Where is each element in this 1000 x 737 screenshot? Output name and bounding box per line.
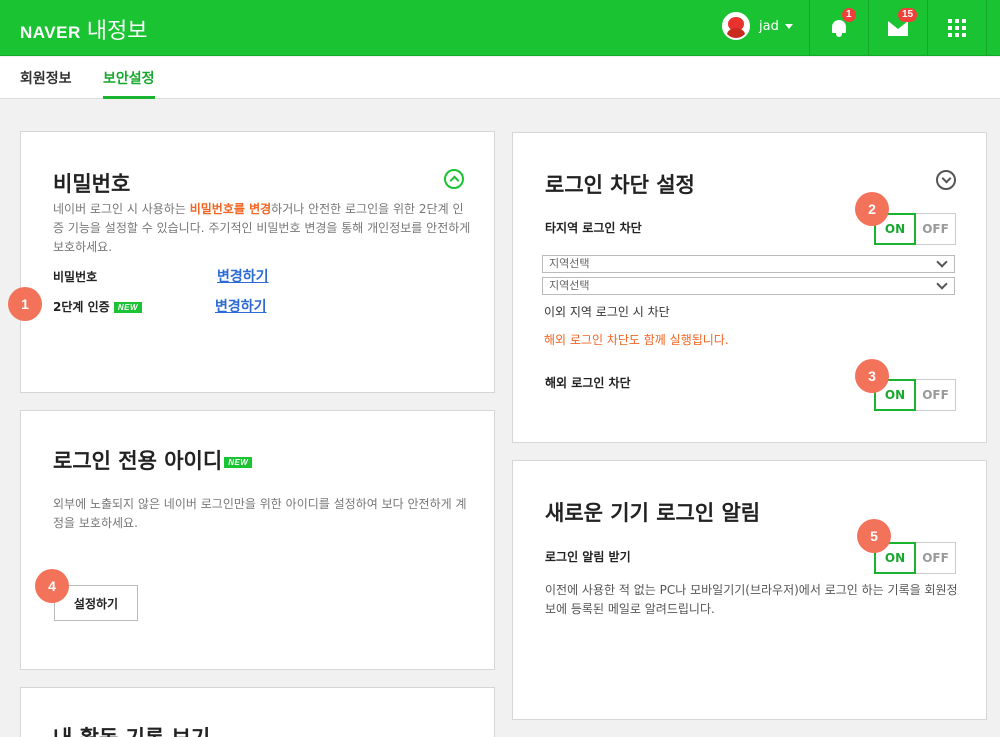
activity-card-title: 내 활동 기록 보기 <box>53 722 210 737</box>
change-two-step-link[interactable]: 변경하기 <box>215 296 267 316</box>
overseas-warning: 해외 로그인 차단도 함께 실행됩니다. <box>544 333 729 347</box>
avatar <box>722 12 750 40</box>
password-card-title: 비밀번호 <box>53 172 131 196</box>
brand-logo[interactable]: NAVER 내정보 <box>20 13 147 45</box>
region-select-2[interactable]: 지역선택 <box>542 277 955 295</box>
new-badge: NEW <box>224 456 253 468</box>
username: jad <box>759 18 779 34</box>
overseas-block-label: 해외 로그인 차단 <box>545 376 631 390</box>
login-block-card: 로그인 차단 설정 타지역 로그인 차단 ON OFF 지역선택 지역선택 이외… <box>512 132 987 443</box>
password-card-description: 네이버 로그인 시 사용하는 비밀번호를 변경하거나 안전한 로그인을 위한 2… <box>53 202 471 254</box>
collapse-chevron-icon[interactable] <box>444 169 464 189</box>
notifications-button[interactable]: 1 <box>809 0 868 56</box>
login-id-card: 로그인 전용 아이디 NEW 외부에 노출되지 않은 네이버 로그인만을 위한 아… <box>20 410 495 670</box>
password-label: 비밀번호 <box>53 270 98 284</box>
login-id-card-description: 외부에 노출되지 않은 네이버 로그인만을 위한 아이디를 설정하여 보다 안전… <box>53 497 467 530</box>
step-marker-1: 1 <box>8 287 42 321</box>
tab-member-info[interactable]: 회원정보 <box>20 68 72 99</box>
new-badge: NEW <box>113 302 143 313</box>
toggle-off[interactable]: OFF <box>916 380 955 410</box>
two-step-label: 2단계 인증 NEW <box>53 298 143 315</box>
expand-chevron-icon[interactable] <box>936 170 956 190</box>
region-block-note: 이외 지역 로그인 시 차단 <box>544 305 670 319</box>
brand-title: 내정보 <box>86 19 148 44</box>
notification-badge: 1 <box>842 8 856 22</box>
region-block-label: 타지역 로그인 차단 <box>545 221 642 235</box>
tab-bar: 회원정보 보안설정 <box>0 57 1000 99</box>
region-select-1[interactable]: 지역선택 <box>542 255 955 273</box>
new-device-card: 새로운 기기 로그인 알림 로그인 알림 받기 ON OFF 이전에 사용한 적… <box>512 460 987 720</box>
bell-icon <box>830 19 848 37</box>
activity-card: 내 활동 기록 보기 <box>20 687 495 737</box>
apps-menu-button[interactable] <box>927 0 987 56</box>
step-marker-3: 3 <box>855 359 889 393</box>
login-block-card-title: 로그인 차단 설정 <box>545 173 695 197</box>
mail-badge: 15 <box>898 8 918 22</box>
toggle-off[interactable]: OFF <box>916 214 955 244</box>
new-device-card-title: 새로운 기기 로그인 알림 <box>545 501 761 525</box>
password-card: 비밀번호 네이버 로그인 시 사용하는 비밀번호를 변경하거나 안전한 로그인을… <box>20 131 495 393</box>
new-device-card-description: 이전에 사용한 적 없는 PC나 모바일기기(브라우저)에서 로그인 하는 기록… <box>545 583 958 616</box>
login-alert-label: 로그인 알림 받기 <box>545 550 631 564</box>
step-marker-2: 2 <box>855 192 889 226</box>
top-header: NAVER 내정보 jad 1 15 <box>0 0 1000 56</box>
mail-button[interactable]: 15 <box>868 0 927 56</box>
change-password-link[interactable]: 변경하기 <box>217 266 269 286</box>
step-marker-4: 4 <box>35 569 69 603</box>
apps-grid-icon <box>948 19 966 37</box>
caret-down-icon <box>784 23 793 29</box>
tab-security-settings[interactable]: 보안설정 <box>103 68 155 99</box>
login-id-card-title: 로그인 전용 아이디 NEW <box>53 445 253 475</box>
user-menu[interactable]: jad <box>722 12 793 40</box>
naver-logo: NAVER <box>20 23 81 42</box>
toggle-off[interactable]: OFF <box>916 543 955 573</box>
mail-icon <box>888 20 908 36</box>
step-marker-5: 5 <box>857 519 891 553</box>
